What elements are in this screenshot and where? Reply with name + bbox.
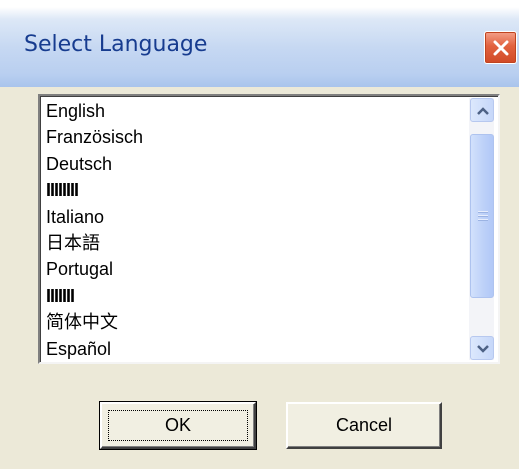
scroll-thumb[interactable]	[470, 134, 494, 298]
language-option[interactable]: Portugal	[46, 256, 143, 282]
ok-button[interactable]: OK	[99, 401, 257, 450]
chevron-down-icon	[477, 345, 489, 353]
language-option[interactable]: Italiano	[46, 204, 143, 230]
language-option[interactable]: 简体中文	[46, 309, 143, 335]
language-option[interactable]: Deutsch	[46, 151, 143, 177]
close-icon	[493, 40, 509, 56]
title-bar[interactable]: Select Language	[0, 0, 519, 87]
cancel-button-label: Cancel	[335, 415, 393, 435]
dialog-title: Select Language	[24, 32, 208, 57]
language-listbox[interactable]: English Französisch Deutsch IIIIIIII Ita…	[38, 94, 500, 364]
cancel-button[interactable]: Cancel	[286, 402, 442, 449]
language-option[interactable]: 日本語	[46, 230, 143, 256]
scroll-down-button[interactable]	[470, 336, 494, 360]
scroll-up-button[interactable]	[470, 98, 494, 122]
language-option[interactable]: IIIIIII	[46, 283, 143, 309]
close-button[interactable]	[484, 31, 517, 64]
focus-rectangle	[108, 410, 248, 441]
grip-icon	[478, 211, 488, 221]
language-option[interactable]: Español	[46, 336, 143, 362]
language-option[interactable]: English	[46, 98, 143, 124]
language-option[interactable]: Französisch	[46, 124, 143, 150]
vertical-scrollbar[interactable]	[469, 98, 494, 360]
language-option[interactable]: IIIIIIII	[46, 177, 143, 203]
chevron-up-icon	[477, 107, 489, 115]
language-list: English Französisch Deutsch IIIIIIII Ita…	[46, 98, 143, 362]
